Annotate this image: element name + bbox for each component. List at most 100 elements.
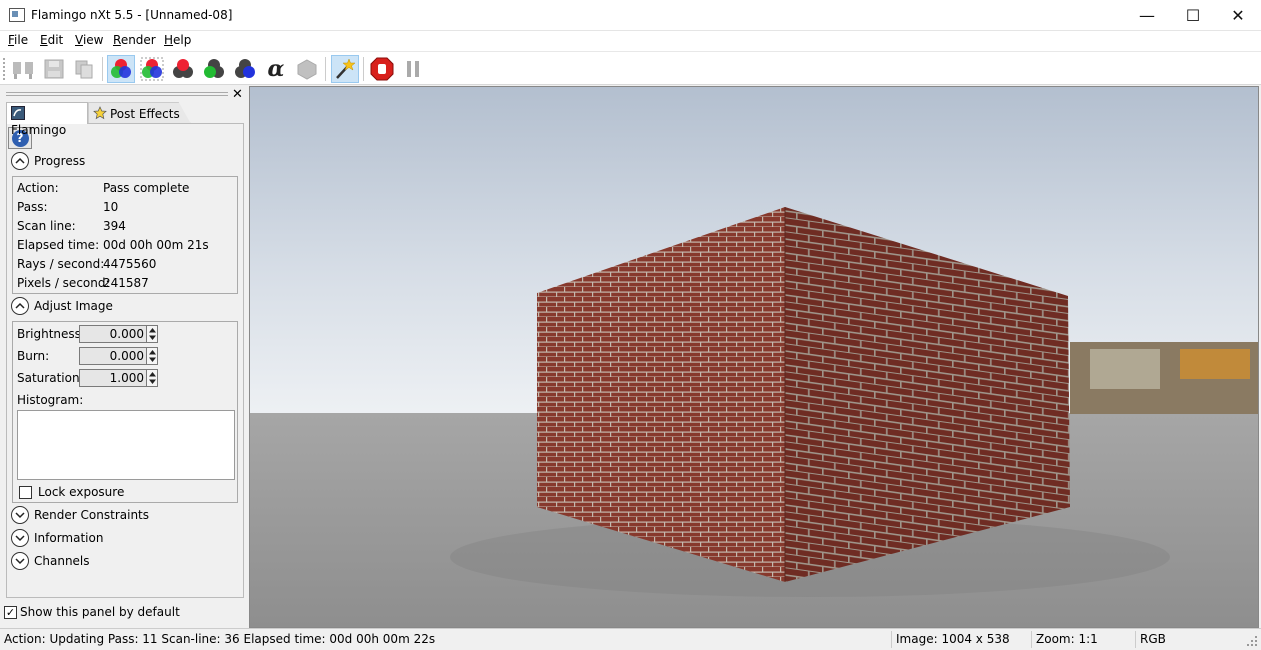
action-value: Pass complete bbox=[103, 181, 190, 195]
toolbar-separator-3 bbox=[363, 57, 364, 81]
tab-post-effects[interactable]: Post Effects bbox=[88, 102, 191, 124]
panel-close-button[interactable]: ✕ bbox=[232, 87, 243, 102]
tab-post-effects-label: Post Effects bbox=[110, 107, 180, 121]
stop-render-icon bbox=[370, 57, 394, 81]
star-icon bbox=[93, 106, 107, 123]
spinner-arrows-icon bbox=[148, 350, 156, 362]
rgb-channels-button[interactable] bbox=[107, 55, 135, 83]
alpha-channel-button[interactable]: α bbox=[262, 55, 290, 83]
flamingo-panel: ✕ Flamingo Post Effects ? Progress Actio… bbox=[3, 87, 246, 626]
burn-spinner[interactable] bbox=[147, 347, 158, 365]
adjust-image-section-header[interactable]: Adjust Image bbox=[11, 296, 113, 316]
pass-label: Pass: bbox=[17, 200, 48, 214]
menu-help-label: elp bbox=[173, 33, 192, 47]
brightness-label: Brightness: bbox=[17, 327, 85, 341]
brightness-spinner[interactable] bbox=[147, 325, 158, 343]
pixels-per-second-label: Pixels / second: bbox=[17, 276, 110, 290]
menu-file[interactable]: File bbox=[8, 33, 28, 47]
chevron-down-icon bbox=[11, 552, 29, 570]
copy-icon bbox=[75, 60, 93, 79]
window-title: Flamingo nXt 5.5 - [Unnamed-08] bbox=[31, 8, 233, 22]
panel-grip[interactable] bbox=[6, 92, 228, 96]
elapsed-time-value: 00d 00h 00m 21s bbox=[103, 238, 209, 252]
menu-help[interactable]: Help bbox=[164, 33, 191, 47]
spinner-arrows-icon bbox=[148, 372, 156, 384]
title-bar: Flamingo nXt 5.5 - [Unnamed-08] — ☐ ✕ bbox=[0, 0, 1261, 31]
information-section-header[interactable]: Information bbox=[11, 528, 103, 548]
tab-flamingo-label: Flamingo bbox=[11, 123, 67, 137]
adjust-image-title: Adjust Image bbox=[34, 299, 113, 313]
histogram-label: Histogram: bbox=[17, 393, 84, 407]
magic-wand-button[interactable] bbox=[331, 55, 359, 83]
chevron-down-icon bbox=[11, 529, 29, 547]
resize-grip[interactable] bbox=[1246, 635, 1258, 647]
menu-render-mnemonic: R bbox=[113, 33, 121, 47]
saturation-label: Saturation: bbox=[17, 371, 84, 385]
toolbar-separator-2 bbox=[325, 57, 326, 81]
rays-per-second-value: 4475560 bbox=[103, 257, 157, 271]
saturation-input[interactable]: 1.000 bbox=[79, 369, 147, 387]
information-title: Information bbox=[34, 531, 104, 545]
toolbar-grip[interactable] bbox=[3, 58, 6, 80]
blue-channel-button[interactable] bbox=[231, 55, 259, 83]
minimize-button[interactable]: — bbox=[1124, 0, 1170, 31]
spinner-arrows-icon bbox=[148, 328, 156, 340]
pause-render-button[interactable] bbox=[399, 55, 427, 83]
progress-title: Progress bbox=[34, 154, 86, 168]
red-channel-button[interactable] bbox=[169, 55, 197, 83]
green-channel-button[interactable] bbox=[200, 55, 228, 83]
menu-bar: File Edit View Render Help bbox=[0, 31, 1261, 51]
histogram bbox=[17, 410, 235, 480]
rgb-checker-icon bbox=[140, 57, 164, 81]
render-viewport[interactable] bbox=[249, 86, 1259, 628]
scan-line-label: Scan line: bbox=[17, 219, 76, 233]
pixels-per-second-value: 241587 bbox=[103, 276, 149, 290]
blue-channel-icon bbox=[235, 59, 255, 78]
status-zoom: Zoom: 1:1 bbox=[1036, 632, 1098, 646]
menu-view[interactable]: View bbox=[75, 33, 103, 47]
copy-button[interactable] bbox=[70, 55, 98, 83]
pass-value: 10 bbox=[103, 200, 119, 214]
burn-input[interactable]: 0.000 bbox=[79, 347, 147, 365]
burn-label: Burn: bbox=[17, 349, 50, 363]
lock-exposure-checkbox[interactable] bbox=[19, 486, 32, 499]
compare-button[interactable] bbox=[9, 55, 37, 83]
red-channel-icon bbox=[173, 59, 193, 78]
status-color-mode: RGB bbox=[1140, 632, 1166, 646]
menu-view-label: iew bbox=[82, 33, 104, 47]
toolbar: α bbox=[0, 51, 1261, 85]
elapsed-time-label: Elapsed time: bbox=[17, 238, 100, 252]
menu-edit-label: dit bbox=[47, 33, 64, 47]
channels-title: Channels bbox=[34, 554, 90, 568]
rgb-checker-button[interactable] bbox=[138, 55, 166, 83]
magic-wand-icon bbox=[336, 58, 356, 79]
adjust-image-group: Brightness: 0.000 Burn: 0.000 Saturation… bbox=[12, 321, 238, 503]
close-button[interactable]: ✕ bbox=[1215, 0, 1261, 31]
menu-edit[interactable]: Edit bbox=[40, 33, 63, 47]
show-panel-default-checkbox[interactable]: ✓ bbox=[4, 606, 17, 619]
menu-render[interactable]: Render bbox=[113, 33, 156, 47]
show-panel-default-label: Show this panel by default bbox=[20, 605, 180, 619]
status-image-size: Image: 1004 x 538 bbox=[896, 632, 1010, 646]
render-constraints-section-header[interactable]: Render Constraints bbox=[11, 505, 149, 525]
chevron-up-icon bbox=[11, 152, 29, 170]
rays-per-second-label: Rays / second: bbox=[17, 257, 105, 271]
stop-render-button[interactable] bbox=[368, 55, 396, 83]
compare-icon bbox=[13, 62, 33, 79]
action-label: Action: bbox=[17, 181, 59, 195]
progress-section-header[interactable]: Progress bbox=[11, 151, 85, 171]
lock-exposure-label: Lock exposure bbox=[38, 485, 125, 499]
resize-grip-icon bbox=[1247, 636, 1257, 646]
depth-channel-button[interactable] bbox=[293, 55, 321, 83]
menu-edit-mnemonic: E bbox=[40, 33, 48, 47]
rgb-channels-icon bbox=[111, 59, 131, 78]
saturation-spinner[interactable] bbox=[147, 369, 158, 387]
save-icon bbox=[44, 59, 64, 79]
channels-section-header[interactable]: Channels bbox=[11, 551, 90, 571]
brightness-input[interactable]: 0.000 bbox=[79, 325, 147, 343]
progress-group: Action: Pass complete Pass: 10 Scan line… bbox=[12, 176, 238, 294]
maximize-button[interactable]: ☐ bbox=[1170, 0, 1216, 31]
save-button[interactable] bbox=[40, 55, 68, 83]
green-channel-icon bbox=[204, 59, 224, 78]
tab-flamingo[interactable]: Flamingo bbox=[6, 102, 88, 137]
